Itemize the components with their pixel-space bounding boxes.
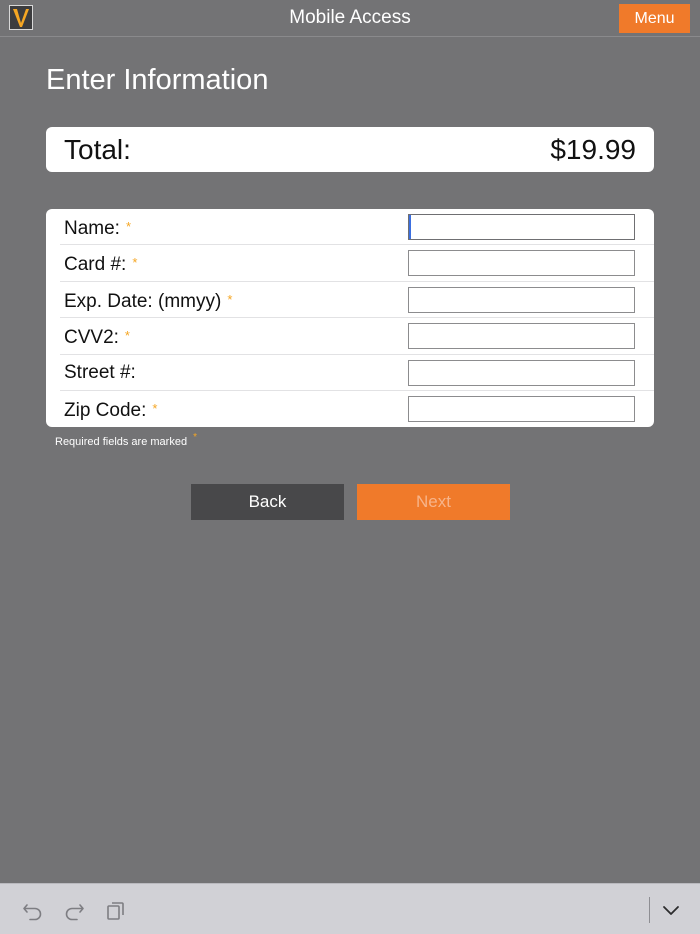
required-note: Required fields are marked *	[55, 432, 197, 448]
top-bar: Mobile Access Menu	[0, 0, 700, 37]
required-marker: *	[132, 255, 138, 271]
exp-date-input[interactable]	[408, 286, 635, 313]
required-marker: *	[124, 328, 130, 344]
required-marker: *	[125, 219, 132, 234]
menu-button[interactable]: Menu	[619, 4, 690, 33]
card-number-label: Card #: *	[64, 254, 138, 276]
toolbar-divider	[649, 897, 650, 923]
back-button[interactable]: Back	[191, 484, 344, 520]
cvv2-input[interactable]	[408, 323, 635, 350]
street-label: Street #:	[64, 361, 136, 383]
card-number-input[interactable]	[408, 250, 635, 277]
required-marker: *	[152, 400, 158, 416]
form-row-street: Street #:	[60, 355, 654, 391]
keyboard-toolbar	[0, 883, 700, 934]
name-label: Name: *	[64, 218, 132, 239]
zip-code-label: Zip Code: *	[64, 399, 158, 421]
required-marker: *	[193, 432, 197, 443]
required-marker: *	[227, 291, 233, 307]
form-row-cvv2: CVV2: *	[60, 318, 654, 355]
total-value: $19.99	[550, 134, 636, 165]
form-row-exp-date: Exp. Date: (mmyy) *	[60, 282, 654, 319]
page-title: Enter Information	[46, 64, 269, 96]
total-label: Total:	[64, 134, 131, 165]
form-row-card-number: Card #: *	[60, 245, 654, 282]
payment-form: Name: * Card #: * Exp. Date: (mmyy) * CVV2:…	[46, 209, 654, 427]
form-row-zip: Zip Code: *	[60, 391, 654, 427]
street-input[interactable]	[408, 359, 635, 386]
app-title: Mobile Access	[289, 7, 411, 28]
redo-icon[interactable]	[63, 899, 85, 921]
exp-date-label: Exp. Date: (mmyy) *	[64, 290, 233, 312]
next-button[interactable]: Next	[357, 484, 510, 520]
chevron-down-icon[interactable]	[660, 899, 682, 921]
undo-icon[interactable]	[22, 899, 44, 921]
name-input[interactable]	[408, 214, 635, 240]
form-row-name: Name: *	[60, 209, 654, 246]
total-card: Total: $19.99	[46, 127, 654, 172]
paste-icon[interactable]	[105, 899, 127, 921]
cvv2-label: CVV2: *	[64, 327, 130, 349]
zip-code-input[interactable]	[408, 395, 635, 422]
